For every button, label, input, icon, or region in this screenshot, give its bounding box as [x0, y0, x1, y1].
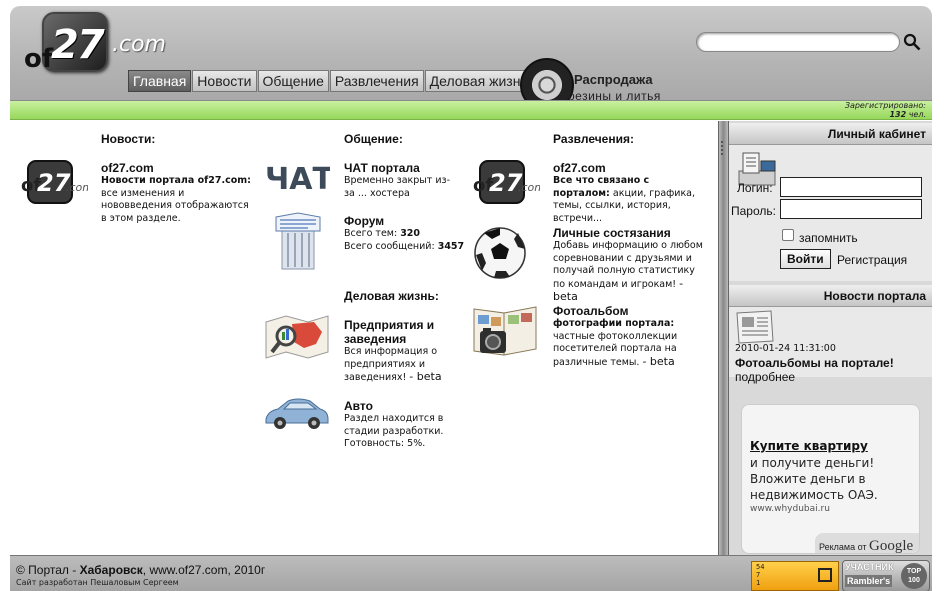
- splitter-grip[interactable]: [721, 141, 726, 155]
- tab-entertainment[interactable]: Развлечения: [329, 70, 424, 92]
- map-icon[interactable]: [264, 314, 330, 360]
- password-field[interactable]: [780, 199, 922, 219]
- logo-prefix: of: [24, 44, 54, 74]
- register-link[interactable]: Регистрация: [837, 253, 907, 267]
- main-nav: Главная Новости Общение Развлечения Дело…: [128, 70, 534, 92]
- ads-by-google[interactable]: Реклама от Google: [815, 533, 919, 554]
- forum-stats: Всего тем: 320 Всего сообщений: 3457: [344, 228, 465, 252]
- login-field[interactable]: [780, 177, 922, 197]
- registered-count: Зарегистрировано: 132 чел.: [844, 101, 926, 119]
- chat-desc: Временно закрыт из-за ... хостера: [344, 175, 451, 199]
- password-label: Пароль:: [731, 204, 776, 218]
- news-of27-title[interactable]: of27.com: [101, 161, 154, 175]
- copyright: © Портал - Хабаровск, www.of27.com, 2010…: [16, 563, 266, 577]
- forum-icon[interactable]: [272, 211, 324, 273]
- remember-checkbox[interactable]: [782, 229, 794, 241]
- tab-social[interactable]: Общение: [257, 70, 329, 92]
- tab-news[interactable]: Новости: [192, 70, 257, 92]
- photo-album-icon[interactable]: [470, 303, 540, 365]
- remember-label: запомнить: [799, 231, 858, 245]
- footer: © Портал - Хабаровск, www.of27.com, 2010…: [10, 555, 932, 591]
- cabinet-header: Личный кабинет: [729, 123, 932, 145]
- contests-title[interactable]: Личные состязания: [553, 226, 671, 240]
- chat-icon[interactable]: ЧАТ: [264, 157, 330, 197]
- photo-album-title[interactable]: Фотоальбом: [553, 304, 628, 318]
- sidebar-splitter[interactable]: [718, 121, 729, 555]
- chat-title[interactable]: ЧАТ портала: [344, 161, 420, 175]
- business-companies-desc: Вся информация о предприятиях и заведени…: [344, 346, 442, 383]
- arrow-icon: [818, 568, 832, 582]
- logo-suffix: .com: [112, 32, 166, 57]
- of27-logo-icon[interactable]: of 27 .com: [472, 157, 540, 207]
- search-input[interactable]: [696, 32, 900, 52]
- search-icon[interactable]: [903, 33, 921, 51]
- svg-text:ЧАТ: ЧАТ: [265, 162, 330, 197]
- portal-news-panel: 2010-01-24 11:31:00 Фотоальбомы на порта…: [729, 307, 932, 384]
- svg-text:.com: .com: [66, 181, 88, 194]
- rambler-top100-badge[interactable]: УЧАСТНИК Rambler's TOP 100: [842, 560, 930, 591]
- news-more-link[interactable]: подробнее: [735, 370, 795, 384]
- entertainment-of27-desc: Все что связано с порталом: акции, графи…: [553, 175, 696, 224]
- google-ad[interactable]: Купите квартиру и получите деньги! Вложи…: [741, 404, 920, 554]
- ad-url[interactable]: www.whydubai.ru: [750, 504, 830, 514]
- main-content: Новости: of 27 .com of27.com Новости пор…: [10, 121, 718, 555]
- car-icon[interactable]: [262, 395, 332, 431]
- promo-title: Распродажа: [574, 72, 653, 87]
- sidebar: Личный кабинет Логин: Пароль: запомнить …: [729, 121, 932, 555]
- tab-business[interactable]: Деловая жизнь: [424, 70, 533, 92]
- soccer-ball-icon[interactable]: [472, 225, 528, 281]
- social-section-title: Общение:: [344, 132, 403, 146]
- business-companies-title[interactable]: Предприятия и заведения: [344, 318, 454, 346]
- visit-counter[interactable]: 54 7 1: [751, 561, 839, 591]
- forum-title[interactable]: Форум: [344, 214, 384, 228]
- svg-text:.com: .com: [518, 181, 540, 194]
- entertainment-of27-title[interactable]: of27.com: [553, 161, 606, 175]
- news-of27-desc: Новости портала of27.com: все изменения …: [101, 175, 251, 224]
- news-headline[interactable]: Фотоальбомы на портале!: [735, 356, 894, 370]
- login-panel: Логин: Пароль: запомнить Войти Регистрац…: [729, 145, 932, 281]
- contests-desc: Добавь информацию о любом соревновании с…: [553, 240, 703, 303]
- auto-desc: Раздел находится в стадии разработки. Го…: [344, 413, 444, 449]
- google-logo: Google: [869, 538, 914, 554]
- auto-title[interactable]: Авто: [344, 399, 373, 413]
- status-bar: Зарегистрировано: 132 чел.: [10, 100, 932, 120]
- page: of 27 .com Главная Новости Общение Развл…: [0, 0, 948, 591]
- logo-number: 27: [51, 22, 105, 68]
- ad-text: и получите деньги! Вложите деньги в недв…: [750, 456, 878, 502]
- business-section-title: Деловая жизнь:: [344, 289, 439, 303]
- header: of 27 .com Главная Новости Общение Развл…: [10, 6, 932, 112]
- of27-logo-icon[interactable]: of 27 .com: [20, 157, 88, 207]
- entertainment-section-title: Развлечения:: [553, 132, 634, 146]
- news-section-title: Новости:: [101, 132, 156, 146]
- photo-album-desc: фотографии портала: частные фотоколлекци…: [553, 318, 678, 368]
- login-button[interactable]: Войти: [780, 249, 831, 269]
- tab-home[interactable]: Главная: [128, 70, 192, 92]
- portal-news-header: Новости портала: [729, 285, 932, 307]
- developer-credit: Сайт разработан Пешаловым Сергеем: [16, 578, 179, 587]
- newspaper-icon: [736, 310, 774, 344]
- site-logo[interactable]: of 27 .com: [24, 10, 174, 74]
- counter-digits: 54 7 1: [756, 563, 765, 587]
- top100-icon: TOP 100: [901, 563, 927, 589]
- news-date: 2010-01-24 11:31:00: [735, 343, 836, 354]
- ad-title-link[interactable]: Купите квартиру: [750, 439, 868, 453]
- login-label: Логин:: [737, 181, 773, 195]
